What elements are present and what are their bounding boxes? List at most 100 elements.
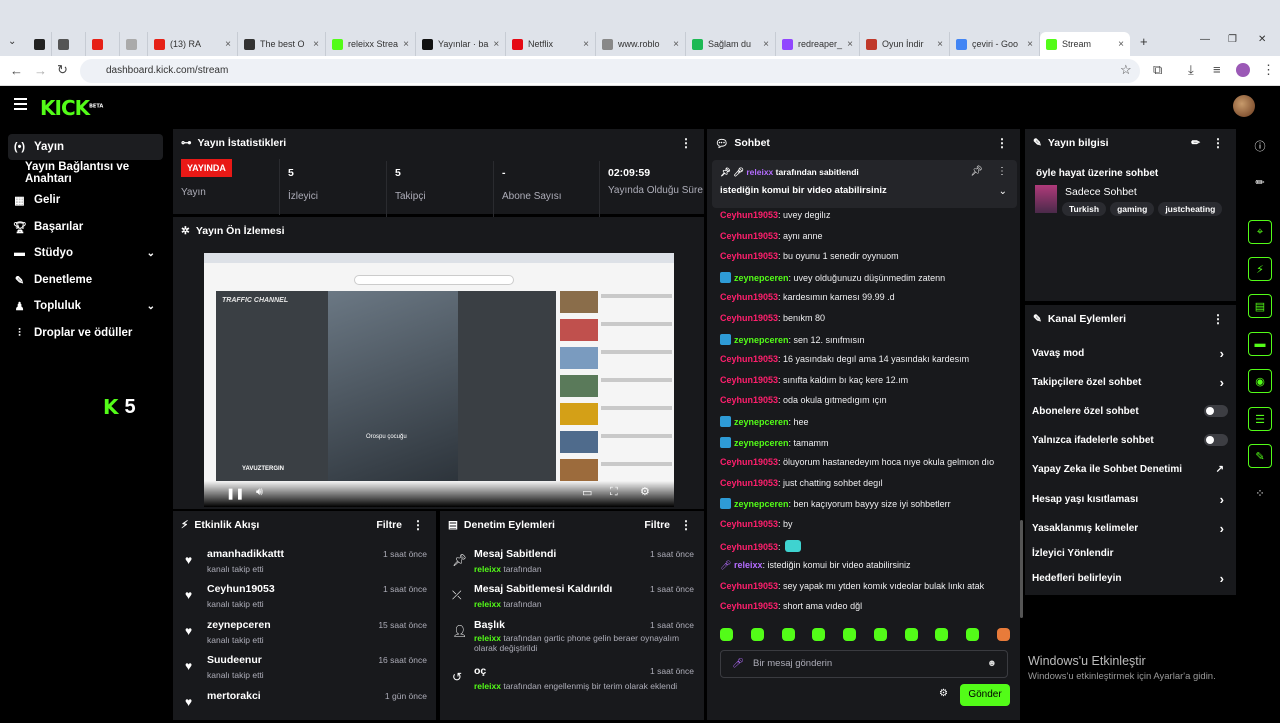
sidebar-item-gelir[interactable]: ▦ Gelir bbox=[8, 187, 163, 213]
browser-tab[interactable]: Yayınlar · ba × bbox=[416, 32, 506, 56]
chat-bubble-icon[interactable]: ▬ bbox=[1248, 332, 1272, 356]
chat-message[interactable]: zeynepceren: sen 12. sınıfmısın bbox=[720, 333, 865, 345]
chat-username[interactable]: Ceyhun19053 bbox=[720, 313, 778, 323]
video-preview[interactable]: TRAFFIC CHANNEL Orospu çocuğu YAVUZTERGI… bbox=[204, 253, 674, 507]
chat-message[interactable]: Ceyhun19053: bu oyunu 1 senedir oyynuom bbox=[720, 251, 899, 261]
emote-icon[interactable] bbox=[843, 628, 857, 641]
chat-settings-gear-icon[interactable]: ⚙ bbox=[939, 688, 948, 699]
more-options-icon[interactable]: ⋮ bbox=[1212, 136, 1224, 150]
back-icon[interactable]: ← bbox=[10, 63, 23, 78]
action-set-goals[interactable]: Hedefleri belirleyin › bbox=[1032, 568, 1228, 588]
chat-username[interactable]: Ceyhun19053 bbox=[720, 292, 778, 302]
tab-close-icon[interactable]: × bbox=[673, 39, 679, 50]
tag[interactable]: gaming bbox=[1110, 202, 1155, 216]
more-options-icon[interactable]: ⋮ bbox=[412, 518, 424, 532]
pip-icon[interactable]: ▭ bbox=[582, 486, 592, 499]
browser-tab[interactable]: redreaper_ × bbox=[776, 32, 860, 56]
emote-icon[interactable] bbox=[812, 628, 826, 641]
sidebar-item-studyo[interactable]: ▬ Stüdyo ⌄ bbox=[8, 240, 163, 266]
browser-tab[interactable]: (13) RA × bbox=[148, 32, 238, 56]
action-subscribers-only[interactable]: Abonelere özel sohbet bbox=[1032, 401, 1228, 421]
browser-tab[interactable]: Netflix × bbox=[506, 32, 596, 56]
add-widget-icon[interactable]: ⁘ bbox=[1248, 481, 1272, 505]
tab-close-icon[interactable]: × bbox=[493, 39, 499, 50]
info-icon[interactable]: ⓘ bbox=[1248, 134, 1272, 158]
emote-icon[interactable] bbox=[966, 628, 980, 641]
user-avatar[interactable] bbox=[1233, 95, 1255, 117]
chat-username[interactable]: Ceyhun19053 bbox=[720, 231, 778, 241]
capture-icon[interactable]: ⌖ bbox=[1248, 220, 1272, 244]
new-tab-icon[interactable]: + bbox=[1140, 34, 1148, 49]
send-button[interactable]: Gönder bbox=[960, 684, 1010, 706]
forward-icon[interactable]: → bbox=[34, 63, 47, 78]
chevron-down-icon[interactable]: ⌄ bbox=[999, 186, 1007, 197]
chat-username[interactable]: Ceyhun19053 bbox=[720, 395, 778, 405]
action-slow-mode[interactable]: Vavaş mod › bbox=[1032, 343, 1228, 363]
action-account-age[interactable]: Hesap yaşı kısıtlaması › bbox=[1032, 489, 1228, 509]
chat-message[interactable]: 🎤︎ releixx: istediğin komui bir video at… bbox=[720, 560, 911, 571]
download-icon[interactable]: ⤓ bbox=[1188, 62, 1194, 78]
more-options-icon[interactable]: ⋮ bbox=[996, 136, 1008, 150]
emote-icon[interactable] bbox=[935, 628, 949, 641]
kick-logo[interactable]: KICKBETA bbox=[40, 96, 103, 120]
unpin-icon[interactable]: 📌︎ bbox=[970, 166, 983, 177]
minimize-icon[interactable]: — bbox=[1200, 34, 1210, 45]
settings-gear-icon[interactable]: ⚙ bbox=[640, 485, 650, 498]
emote-icon[interactable] bbox=[996, 628, 1010, 641]
browser-tab[interactable]: Sağlam du × bbox=[686, 32, 776, 56]
moderation-icon[interactable]: ☰ bbox=[1248, 407, 1272, 431]
volume-icon[interactable]: 🔊︎ bbox=[256, 486, 263, 499]
chat-message[interactable]: zeynepceren: tamamm bbox=[720, 436, 829, 448]
tab-list-icon[interactable]: ⌄ bbox=[8, 36, 16, 47]
toggle-switch[interactable] bbox=[1204, 405, 1228, 417]
chat-username[interactable]: Ceyhun19053 bbox=[720, 210, 778, 220]
emote-icon[interactable] bbox=[750, 628, 764, 641]
broadcast-icon[interactable]: ◉ bbox=[1248, 369, 1272, 393]
edit-pencil-icon[interactable]: ✏ bbox=[1191, 137, 1200, 149]
sidebar-item-droplar[interactable]: ⫶ Droplar ve ödüller bbox=[8, 320, 163, 346]
activity-filter-button[interactable]: Filtre bbox=[376, 519, 402, 531]
emoji-icon[interactable]: ☻ bbox=[987, 651, 997, 677]
tab-close-icon[interactable]: × bbox=[313, 39, 319, 50]
more-options-icon[interactable]: ⋮ bbox=[680, 136, 692, 150]
chat-message[interactable]: Ceyhun19053: kardesımın karnesı 99.99 .d bbox=[720, 292, 895, 302]
url-field[interactable]: dashboard.kick.com/stream bbox=[80, 59, 1140, 83]
emote-icon[interactable] bbox=[873, 628, 887, 641]
tab-close-icon[interactable]: × bbox=[583, 39, 589, 50]
chat-input[interactable]: 🎤︎ Bir mesaj gönderin ☻ bbox=[720, 650, 1008, 678]
browser-tab[interactable]: The best O × bbox=[238, 32, 326, 56]
chat-message[interactable]: Ceyhun19053: uvey degilız bbox=[720, 210, 831, 220]
emote-icon[interactable] bbox=[720, 628, 733, 641]
chat-username[interactable]: Ceyhun19053 bbox=[720, 581, 778, 591]
pause-icon[interactable]: ❚❚ bbox=[226, 487, 244, 500]
chat-message[interactable]: Ceyhun19053: aynı anne bbox=[720, 231, 823, 241]
chat-username[interactable]: zeynepceren bbox=[734, 335, 789, 345]
chat-username[interactable]: zeynepceren bbox=[734, 417, 789, 427]
media-icon[interactable]: ≡ bbox=[1213, 62, 1221, 77]
chat-username[interactable]: Ceyhun19053 bbox=[720, 542, 778, 552]
chat-message[interactable]: Ceyhun19053: short ama vıdeo dğl bbox=[720, 601, 862, 611]
chat-message[interactable]: Ceyhun19053: sınıfta kaldım bı kaç kere … bbox=[720, 375, 908, 385]
browser-tab[interactable] bbox=[52, 32, 86, 56]
chat-message[interactable]: Ceyhun19053: bbox=[720, 539, 801, 552]
more-options-icon[interactable]: ⋮ bbox=[1212, 312, 1224, 326]
fullscreen-icon[interactable]: ⛶ bbox=[610, 486, 618, 499]
action-banned-words[interactable]: Yasaklanmış kelimeler › bbox=[1032, 518, 1228, 538]
pinned-message[interactable]: 📌︎ 🎤︎ releixx tarafından sabitlendi iste… bbox=[712, 160, 1017, 208]
tab-close-icon[interactable]: × bbox=[763, 39, 769, 50]
chat-username[interactable]: zeynepceren bbox=[734, 499, 789, 509]
close-window-icon[interactable]: ✕ bbox=[1258, 34, 1266, 45]
lightning-icon[interactable]: ⚡︎ bbox=[1248, 257, 1272, 281]
browser-tab[interactable]: çeviri - Goo × bbox=[950, 32, 1040, 56]
chat-username[interactable]: Ceyhun19053 bbox=[720, 601, 778, 611]
tab-close-icon[interactable]: × bbox=[937, 39, 943, 50]
profile-icon[interactable] bbox=[1236, 63, 1250, 77]
sidebar-item-basarilar[interactable]: 🏆︎ Başarılar bbox=[8, 214, 163, 240]
browser-tab[interactable]: www.roblo × bbox=[596, 32, 686, 56]
action-followers-only[interactable]: Takipçilere özel sohbet › bbox=[1032, 372, 1228, 392]
tab-close-icon[interactable]: × bbox=[403, 39, 409, 50]
chat-username[interactable]: zeynepceren bbox=[734, 438, 789, 448]
browser-tab[interactable] bbox=[28, 32, 52, 56]
emote-icon[interactable] bbox=[904, 628, 918, 641]
emote-icon[interactable] bbox=[781, 628, 795, 641]
